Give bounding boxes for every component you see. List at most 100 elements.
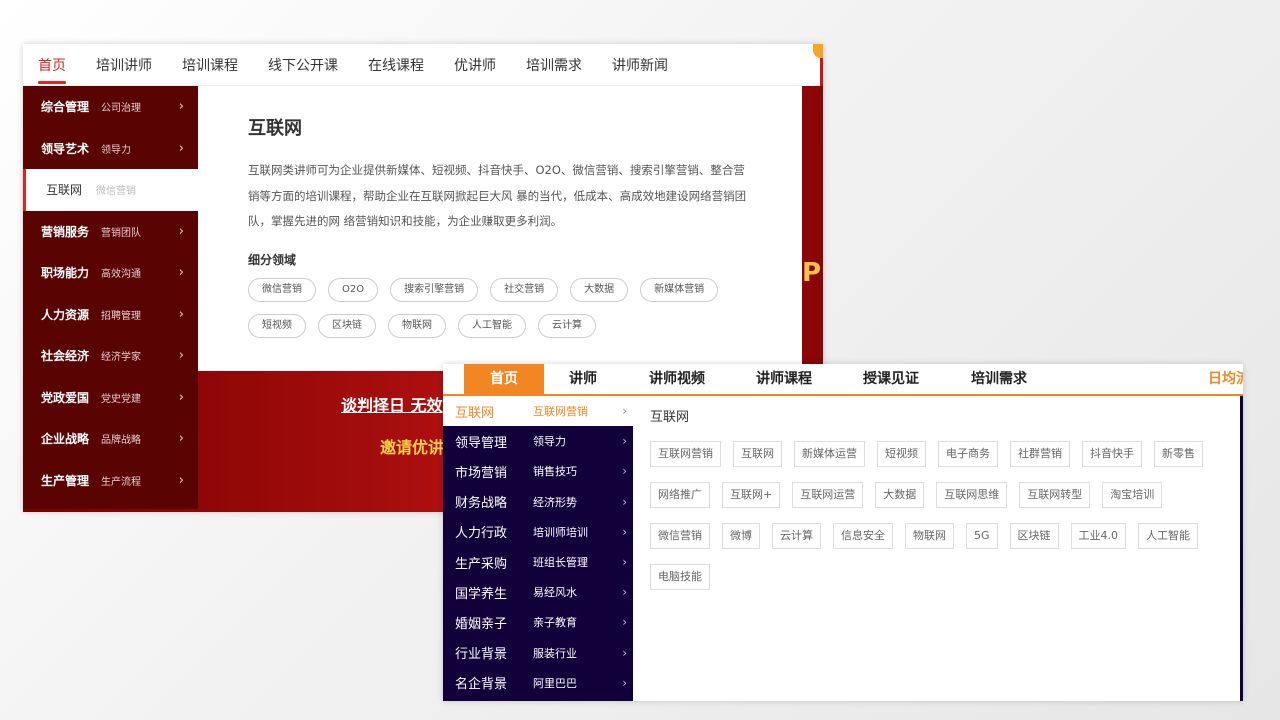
sidebar-item-sub[interactable]: 互联网营销 <box>533 403 588 419</box>
tag[interactable]: 淘宝培训 <box>1102 482 1163 508</box>
tag[interactable]: 大数据 <box>875 482 925 508</box>
sidebar-item[interactable]: 名企背景 阿里巴巴 › <box>443 668 633 698</box>
sidebar-item-sub[interactable]: 班组长管理 <box>533 554 588 570</box>
sidebar-item[interactable]: 营销服务 营销团队 › <box>23 211 198 253</box>
sidebar-item-sub[interactable]: 党史党建 <box>101 390 141 405</box>
sidebar-item[interactable]: 领导艺术 领导力 › <box>23 128 198 170</box>
sidebar-item[interactable]: 生产管理 生产流程 › <box>23 460 198 502</box>
sidebar-item[interactable]: 国学养生 易经风水 › <box>443 577 633 607</box>
right-edge-strip <box>1240 396 1243 701</box>
tag[interactable]: 电子商务 <box>938 441 998 467</box>
sidebar-item[interactable]: 综合管理 公司治理 › <box>23 86 198 128</box>
sidebar-item-sub[interactable]: 微信营销 <box>96 182 136 197</box>
sidebar-item[interactable]: 企业战略 品牌战略 › <box>23 418 198 460</box>
nav-training-demand[interactable]: 培训需求 <box>511 44 597 86</box>
sidebar-item[interactable]: 婚姻亲子 亲子教育 › <box>443 607 633 637</box>
sidebar-item-sub[interactable]: 易经风水 <box>533 584 577 600</box>
tag[interactable]: 互联网 <box>733 441 782 467</box>
chevron-right-icon: › <box>622 675 627 690</box>
sidebar-item-sub[interactable]: 销售技巧 <box>533 463 577 479</box>
sidebar-item-sub[interactable]: 领导力 <box>101 141 131 156</box>
sidebar-item[interactable]: 市场营销 销售技巧 › <box>443 456 633 486</box>
sidebar-item[interactable]: 人力资源 招聘管理 › <box>23 294 198 336</box>
sidebar-item-sub[interactable]: 培训师培训 <box>533 524 588 540</box>
tag[interactable]: 物联网 <box>905 523 954 549</box>
sidebar-item[interactable]: 行业背景 服装行业 › <box>443 638 633 668</box>
tag[interactable]: 云计算 <box>772 523 821 549</box>
sidebar-item[interactable]: 领导管理 领导力 › <box>443 426 633 456</box>
nav-online-course[interactable]: 在线课程 <box>353 44 439 86</box>
sidebar-item[interactable]: 社会经济 经济学家 › <box>23 335 198 377</box>
tag[interactable]: 搜索引擎营销 <box>390 277 479 302</box>
chevron-right-icon: › <box>622 585 627 600</box>
tag[interactable]: 网络推广 <box>650 482 710 508</box>
sidebar-item-sub[interactable]: 品牌战略 <box>101 431 141 446</box>
nav-teaching-testimony[interactable]: 授课见证 <box>863 364 919 394</box>
tag[interactable]: 区块链 <box>1009 523 1059 549</box>
sidebar-item-sub[interactable]: 生产流程 <box>101 473 141 488</box>
tag[interactable]: 电脑技能 <box>650 564 710 590</box>
tag[interactable]: 新媒体运营 <box>794 441 865 467</box>
tag[interactable]: 互联网运营 <box>792 482 864 508</box>
tag[interactable]: 抖音快手 <box>1082 441 1142 467</box>
tag[interactable]: 互联网+ <box>722 482 781 508</box>
sidebar-item-sub[interactable]: 招聘管理 <box>101 307 141 322</box>
sidebar-item-sub[interactable]: 营销团队 <box>101 224 141 239</box>
tag[interactable]: 工业4.0 <box>1070 523 1127 549</box>
screenshot-2: 首页 讲师 讲师视频 讲师课程 授课见证 培训需求 日均流 互联网 互联网营销 … <box>443 364 1243 701</box>
tag[interactable]: 大数据 <box>570 277 629 302</box>
tag[interactable]: 新零售 <box>1154 441 1203 467</box>
sidebar-item-label: 综合管理 <box>41 100 90 115</box>
nav-trainer-courses[interactable]: 讲师课程 <box>756 364 812 394</box>
nav-trainer[interactable]: 讲师 <box>569 364 597 394</box>
tag[interactable]: 云计算 <box>538 313 596 338</box>
tag[interactable]: 互联网转型 <box>1019 482 1091 508</box>
sidebar-item[interactable]: 职场能力 高效沟通 › <box>23 252 198 294</box>
tag[interactable]: 新媒体营销 <box>640 277 719 302</box>
sidebar-item-sub[interactable]: 公司治理 <box>101 99 141 114</box>
tag[interactable]: 区块链 <box>318 313 376 338</box>
tag[interactable]: 人工智能 <box>1138 523 1199 549</box>
tag[interactable]: 社群营销 <box>1010 441 1070 467</box>
tag[interactable]: 微博 <box>722 523 760 549</box>
nav-offline-class[interactable]: 线下公开课 <box>253 44 353 86</box>
tag[interactable]: O2O <box>328 277 379 302</box>
sidebar-item-sub[interactable]: 高效沟通 <box>101 265 141 280</box>
tag[interactable]: 微信营销 <box>650 523 710 549</box>
nav-trainer-video[interactable]: 讲师视频 <box>649 364 705 394</box>
sidebar-item-sub[interactable]: 阿里巴巴 <box>533 675 577 691</box>
nav-home[interactable]: 首页 <box>464 364 544 394</box>
sidebar-item-sub[interactable]: 亲子教育 <box>533 614 577 630</box>
sidebar-item-sub[interactable]: 领导力 <box>533 433 566 449</box>
sidebar-item-sub[interactable]: 经济学家 <box>101 348 141 363</box>
sidebar-item[interactable]: 财务战略 经济形势 › <box>443 487 633 517</box>
tag[interactable]: 社交营销 <box>490 277 559 302</box>
sidebar-item-sub[interactable]: 经济形势 <box>533 494 577 510</box>
sidebar-item-label: 名企背景 <box>455 677 508 693</box>
sidebar-item-label: 社会经济 <box>41 349 90 364</box>
banner-headline[interactable]: 谈判择日 无效 <box>341 392 443 416</box>
chevron-right-icon: › <box>622 524 627 539</box>
nav-home[interactable]: 首页 <box>23 44 81 86</box>
tag[interactable]: 短视频 <box>877 441 926 467</box>
nav-trainer[interactable]: 培训讲师 <box>81 44 167 86</box>
sidebar-item-active[interactable]: 互联网 互联网营销 › <box>443 396 633 427</box>
tag[interactable]: 物联网 <box>388 313 446 338</box>
tag[interactable]: 微信营销 <box>248 277 316 302</box>
tag[interactable]: 人工智能 <box>458 313 526 338</box>
nav-trainer-news[interactable]: 讲师新闻 <box>597 44 683 86</box>
tag[interactable]: 5G <box>966 523 998 549</box>
sidebar-item-active[interactable]: 互联网 微信营销 <box>23 169 198 211</box>
tag[interactable]: 互联网营销 <box>650 441 721 467</box>
nav-courses[interactable]: 培训课程 <box>167 44 253 86</box>
tag[interactable]: 信息安全 <box>833 523 893 549</box>
sidebar-item-sub[interactable]: 服装行业 <box>533 645 577 661</box>
sidebar-item[interactable]: 人力行政 培训师培训 › <box>443 517 633 547</box>
sidebar-item[interactable]: 生产采购 班组长管理 › <box>443 547 633 577</box>
sidebar-item-label: 生产采购 <box>455 556 508 572</box>
tag[interactable]: 短视频 <box>248 313 306 338</box>
tag[interactable]: 互联网思维 <box>936 482 1008 508</box>
nav-training-demand[interactable]: 培训需求 <box>971 364 1027 394</box>
nav-top-trainer[interactable]: 优讲师 <box>439 44 511 86</box>
sidebar-item[interactable]: 党政爱国 党史党建 › <box>23 377 198 419</box>
